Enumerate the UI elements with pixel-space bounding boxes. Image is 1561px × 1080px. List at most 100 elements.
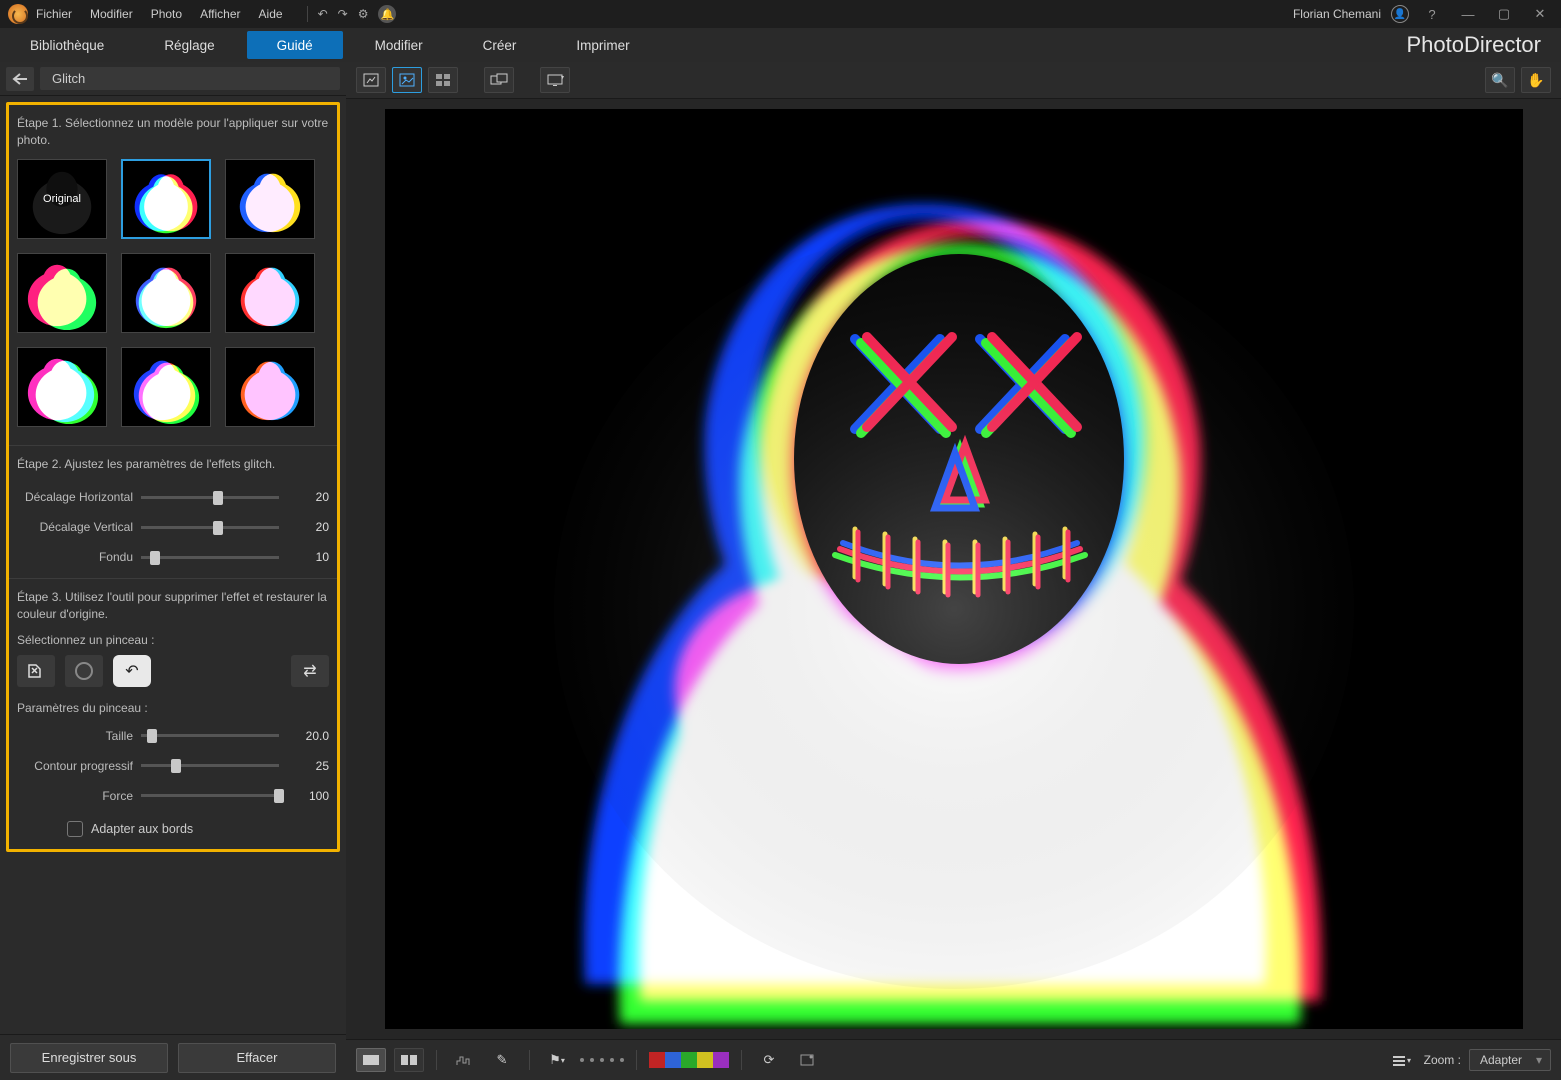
undo-brush-button[interactable]: ↶ bbox=[113, 655, 151, 687]
preset-2[interactable] bbox=[225, 159, 315, 239]
color-swatch[interactable] bbox=[681, 1052, 697, 1068]
color-swatch[interactable] bbox=[713, 1052, 729, 1068]
menu-photo[interactable]: Photo bbox=[151, 7, 182, 21]
svg-text:▾: ▾ bbox=[1407, 1056, 1411, 1065]
clear-button[interactable]: Effacer bbox=[178, 1043, 336, 1073]
compare-mode-b-button[interactable] bbox=[394, 1048, 424, 1072]
help-icon[interactable]: ? bbox=[1419, 7, 1445, 22]
effect-slider[interactable] bbox=[141, 496, 279, 499]
menu-fichier[interactable]: Fichier bbox=[36, 7, 72, 21]
preset-original-label: Original bbox=[43, 193, 81, 205]
preset-grid: Original bbox=[17, 159, 329, 427]
secondary-display-button[interactable]: ▾ bbox=[540, 67, 570, 93]
preset-5[interactable] bbox=[225, 253, 315, 333]
menu-afficher[interactable]: Afficher bbox=[200, 7, 240, 21]
tab-guide[interactable]: Guidé bbox=[247, 31, 343, 59]
back-button[interactable] bbox=[6, 67, 34, 91]
tab-reglage[interactable]: Réglage bbox=[134, 31, 244, 59]
color-swatch[interactable] bbox=[649, 1052, 665, 1068]
effect-slider-row: Décalage Vertical 20 bbox=[17, 512, 329, 542]
preset-8[interactable] bbox=[225, 347, 315, 427]
brush-label: Force bbox=[17, 789, 141, 803]
restore-tool-button[interactable] bbox=[17, 655, 55, 687]
preview-image bbox=[385, 109, 1523, 1029]
brush-value: 25 bbox=[289, 759, 329, 773]
edge-aware-checkbox[interactable] bbox=[67, 821, 83, 837]
preset-3[interactable] bbox=[17, 253, 107, 333]
rating-dots[interactable] bbox=[580, 1058, 624, 1062]
preset-7[interactable] bbox=[121, 347, 211, 427]
compare-mode-a-button[interactable] bbox=[356, 1048, 386, 1072]
pan-tool-button[interactable]: ✋ bbox=[1521, 67, 1551, 93]
brush-label: Taille bbox=[17, 729, 141, 743]
edge-aware-label: Adapter aux bords bbox=[91, 822, 193, 836]
effect-value: 20 bbox=[289, 490, 329, 504]
menu-modifier[interactable]: Modifier bbox=[90, 7, 133, 21]
settings-gear-icon[interactable]: ⚙ bbox=[358, 7, 369, 21]
zoom-select[interactable]: Adapter bbox=[1469, 1049, 1551, 1071]
view-fit-button[interactable] bbox=[392, 67, 422, 93]
canvas-footbar: ✎ ⚑▾ ⟳ ▾ Zoom : Adapter bbox=[346, 1039, 1561, 1080]
undo-icon[interactable]: ↶ bbox=[318, 7, 328, 21]
view-single-button[interactable] bbox=[356, 67, 386, 93]
effect-slider[interactable] bbox=[141, 556, 279, 559]
edit-pen-button[interactable]: ✎ bbox=[487, 1048, 517, 1072]
redo-icon[interactable]: ↷ bbox=[338, 7, 348, 21]
brush-value: 100 bbox=[289, 789, 329, 803]
effect-value: 10 bbox=[289, 550, 329, 564]
flag-button[interactable]: ⚑▾ bbox=[542, 1048, 572, 1072]
zoom-label: Zoom : bbox=[1424, 1053, 1461, 1067]
effect-label: Décalage Vertical bbox=[17, 520, 141, 534]
color-label-swatches[interactable] bbox=[649, 1052, 729, 1068]
close-button[interactable]: ✕ bbox=[1527, 6, 1553, 22]
maximize-button[interactable]: ▢ bbox=[1491, 6, 1517, 22]
effect-slider-row: Fondu 10 bbox=[17, 542, 329, 572]
swap-tool-button[interactable]: ⇄ bbox=[291, 655, 329, 687]
brush-slider[interactable] bbox=[141, 764, 279, 767]
histogram-button[interactable] bbox=[449, 1048, 479, 1072]
main-menu: Fichier Modifier Photo Afficher Aide bbox=[36, 7, 283, 21]
effect-label: Fondu bbox=[17, 550, 141, 564]
view-grid-button[interactable] bbox=[428, 67, 458, 93]
brush-value: 20.0 bbox=[289, 729, 329, 743]
effect-value: 20 bbox=[289, 520, 329, 534]
brush-params-label: Paramètres du pinceau : bbox=[17, 701, 329, 715]
filmstrip-toggle-button[interactable]: ▾ bbox=[1386, 1048, 1416, 1072]
brush-slider-row: Contour progressif 25 bbox=[17, 751, 329, 781]
zoom-tool-button[interactable]: 🔍 bbox=[1485, 67, 1515, 93]
rotate-button[interactable]: ⟳ bbox=[754, 1048, 784, 1072]
brush-slider[interactable] bbox=[141, 794, 279, 797]
minimize-button[interactable]: — bbox=[1455, 7, 1481, 22]
preview-canvas[interactable] bbox=[385, 109, 1523, 1029]
username-label: Florian Chemani bbox=[1293, 7, 1381, 21]
brush-slider-row: Taille 20.0 bbox=[17, 721, 329, 751]
save-as-button[interactable]: Enregistrer sous bbox=[10, 1043, 168, 1073]
notifications-icon[interactable]: 🔔 bbox=[378, 5, 396, 23]
svg-text:▾: ▾ bbox=[561, 75, 564, 81]
effect-slider-row: Décalage Horizontal20 bbox=[17, 482, 329, 512]
preset-4[interactable] bbox=[121, 253, 211, 333]
effect-slider[interactable] bbox=[141, 526, 279, 529]
preset-original[interactable]: Original bbox=[17, 159, 107, 239]
canvas-toolbar: ▾ 🔍 ✋ bbox=[346, 62, 1561, 99]
app-logo-icon bbox=[8, 4, 28, 24]
brush-slider[interactable] bbox=[141, 734, 279, 737]
menu-aide[interactable]: Aide bbox=[259, 7, 283, 21]
preset-6[interactable] bbox=[17, 347, 107, 427]
glitch-panel: Étape 1. Sélectionnez un modèle pour l'a… bbox=[6, 102, 340, 852]
step3-text: Étape 3. Utilisez l'outil pour supprimer… bbox=[17, 589, 329, 623]
preset-1[interactable] bbox=[121, 159, 211, 239]
tab-modifier[interactable]: Modifier bbox=[345, 31, 453, 59]
brush-label: Contour progressif bbox=[17, 759, 141, 773]
erase-tool-button[interactable] bbox=[65, 655, 103, 687]
view-compare-button[interactable] bbox=[484, 67, 514, 93]
tab-bibliotheque[interactable]: Bibliothèque bbox=[0, 31, 134, 59]
mode-bar: Bibliothèque Réglage Guidé Modifier Crée… bbox=[0, 28, 1561, 62]
tab-imprimer[interactable]: Imprimer bbox=[546, 31, 659, 59]
user-avatar-icon[interactable]: 👤 bbox=[1391, 5, 1409, 23]
step1-text: Étape 1. Sélectionnez un modèle pour l'a… bbox=[17, 115, 329, 149]
color-swatch[interactable] bbox=[697, 1052, 713, 1068]
color-swatch[interactable] bbox=[665, 1052, 681, 1068]
tab-creer[interactable]: Créer bbox=[453, 31, 547, 59]
crop-button[interactable] bbox=[792, 1048, 822, 1072]
